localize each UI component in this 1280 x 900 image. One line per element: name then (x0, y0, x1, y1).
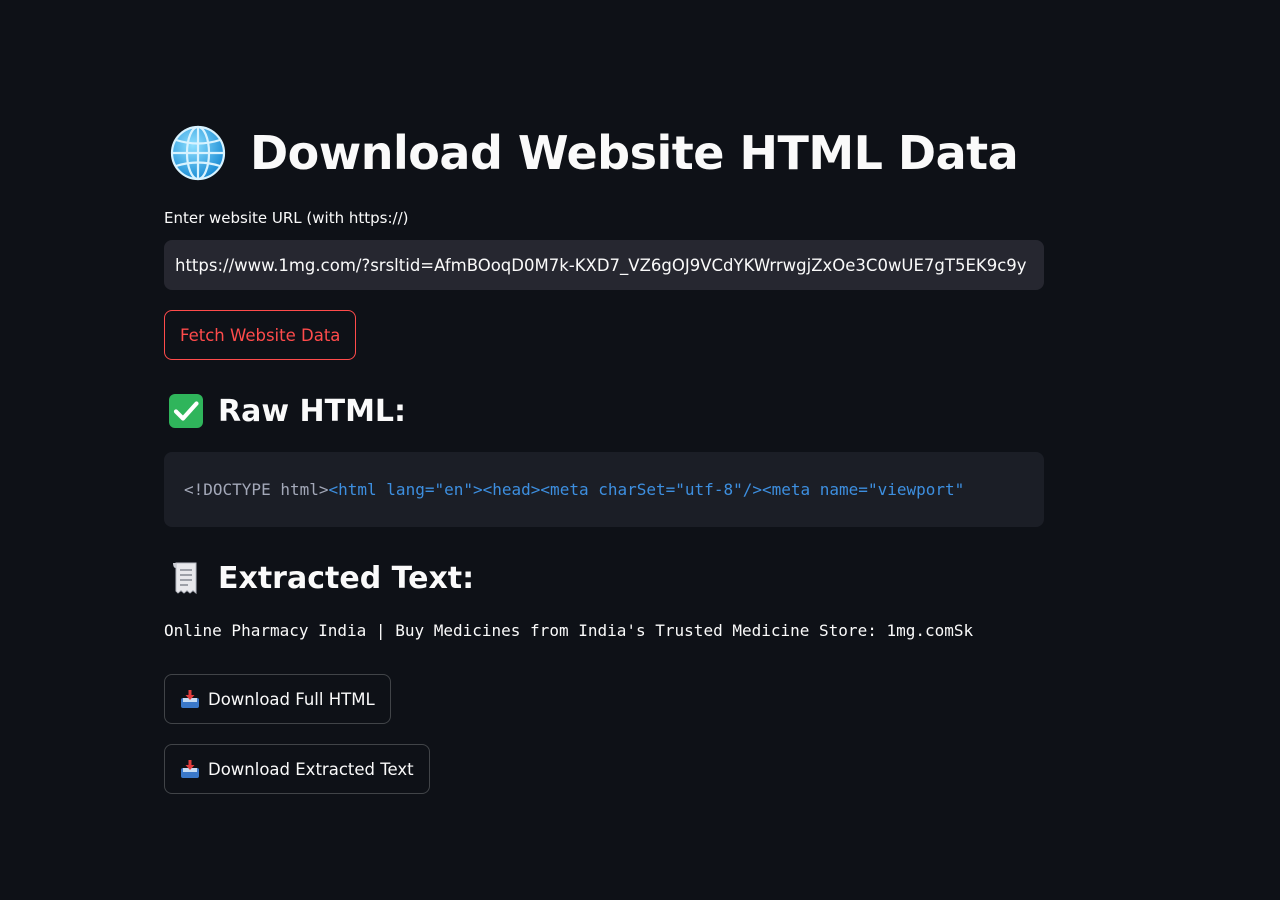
code-doctype: <!DOCTYPE html> (184, 480, 329, 499)
page-title: Download Website HTML Data (250, 126, 1019, 180)
download-extracted-text-label: Download Extracted Text (208, 759, 414, 779)
download-full-html-button[interactable]: Download Full HTML (164, 674, 391, 724)
fetch-website-data-button[interactable]: Fetch Website Data (164, 310, 357, 360)
url-input-container[interactable] (164, 240, 1044, 290)
page-header: Download Website HTML Data (170, 118, 1019, 188)
download-extracted-text-button[interactable]: Download Extracted Text (164, 744, 430, 794)
inbox-tray-icon (181, 690, 199, 708)
receipt-icon (173, 562, 197, 595)
inbox-tray-icon (181, 760, 199, 778)
download-full-html-label: Download Full HTML (208, 689, 375, 709)
check-mark-icon (169, 394, 203, 428)
url-field-label: Enter website URL (with https://) (164, 209, 409, 227)
raw-html-code-block: <!DOCTYPE html> <html lang="en"><head><me… (164, 452, 1044, 527)
code-tags: <html lang="en"><head><meta charSet="utf… (328, 480, 965, 499)
url-input[interactable] (175, 255, 1033, 275)
extracted-text-heading: Extracted Text: (168, 555, 474, 601)
globe-icon (170, 125, 226, 181)
raw-html-heading: Raw HTML: (168, 388, 406, 434)
fetch-button-label: Fetch Website Data (180, 325, 341, 345)
extracted-text-content: Online Pharmacy India | Buy Medicines fr… (164, 621, 974, 640)
extracted-text-heading-text: Extracted Text: (218, 560, 475, 596)
raw-html-heading-text: Raw HTML: (218, 393, 407, 429)
